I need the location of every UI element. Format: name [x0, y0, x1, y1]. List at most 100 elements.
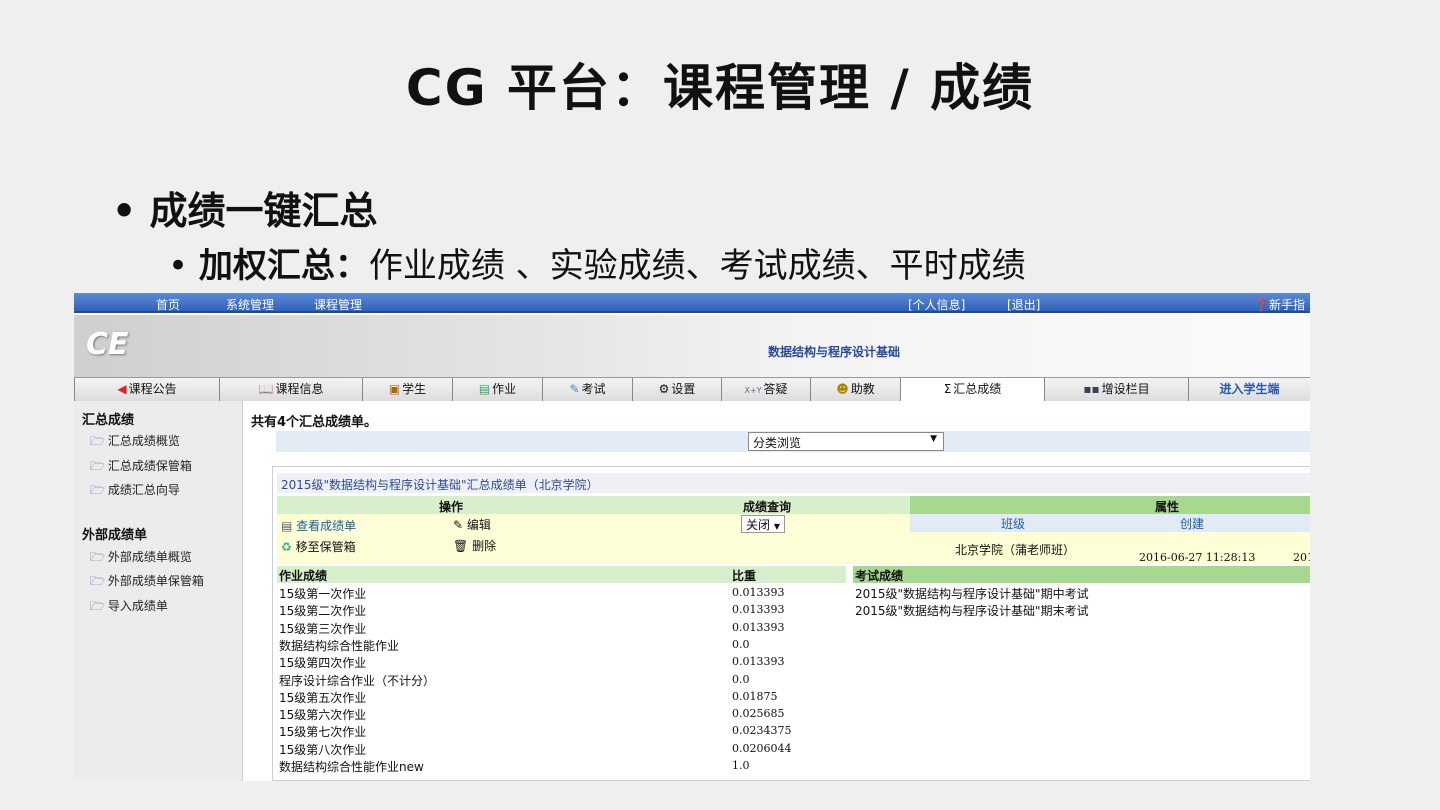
book-icon: 📖	[258, 382, 274, 396]
tab-settings[interactable]: ⚙ 设置	[632, 378, 721, 401]
sidebar-item-ext-overview[interactable]: 🗁 外部成绩单概览	[90, 548, 192, 569]
folder-icon: 🗁	[90, 434, 105, 448]
sidebar-item-overview[interactable]: 🗁 汇总成绩概览	[90, 432, 180, 453]
sidebar-item-wizard[interactable]: 🗁 成绩汇总向导	[90, 481, 180, 502]
course-tabs: ◀ 课程公告 📖 课程信息 ▣ 学生 ▤ 作业 ✎ 考试 ⚙ 设置 X+Y 答疑 ☻ 助教 Σ汇…	[74, 377, 1310, 401]
speaker-icon: ◀	[117, 382, 127, 396]
tab-ta[interactable]: ☻ 助教	[810, 378, 900, 401]
books-icon: ▤	[478, 382, 491, 396]
nav-profile[interactable]: [个人信息]	[908, 296, 965, 313]
homework-row-weight: 0.013393	[732, 655, 785, 669]
nav-home[interactable]: 首页	[156, 296, 180, 313]
edit-button[interactable]: ✎ 编辑	[453, 516, 491, 533]
folder-icon: 🗁	[90, 599, 105, 613]
tab-announcement[interactable]: ◀ 课程公告	[74, 378, 219, 401]
tab-exam[interactable]: ✎ 考试	[542, 378, 632, 401]
sidebar-item-ext-archive[interactable]: 🗁 外部成绩单保管箱	[90, 572, 204, 593]
homework-row-weight: 0.01875	[732, 689, 778, 703]
homework-row-name: 15级第八次作业	[279, 742, 367, 757]
homework-row-weight: 0.0234375	[732, 724, 792, 738]
label: 外部成绩单概览	[107, 550, 192, 564]
folder-icon: 🗁	[90, 483, 105, 497]
sidebar-section-summary: 汇总成绩	[82, 413, 135, 428]
label: 移至保管箱	[295, 540, 356, 554]
xy-icon: X+Y	[744, 386, 762, 395]
top-nav: 首页 系统管理 课程管理 [个人信息] [退出] ❓新手指南	[74, 293, 1310, 329]
tab-qa[interactable]: X+Y 答疑	[721, 378, 810, 401]
view-sheet-link[interactable]: ▤ 查看成绩单	[281, 517, 356, 534]
homework-row-name: 15级第二次作业	[279, 604, 367, 619]
sheet-title: 2015级"数据结构与程序设计基础"汇总成绩单（北京学院）	[277, 473, 1310, 493]
select-value: 分类浏览	[753, 436, 802, 450]
tab-label: 增设栏目	[1101, 382, 1150, 396]
nav-system[interactable]: 系统管理	[226, 296, 274, 313]
tab-student-view[interactable]: 进入学生端	[1188, 378, 1310, 401]
sidebar-item-archive[interactable]: 🗁 汇总成绩保管箱	[90, 457, 192, 478]
select-value: 关闭	[746, 518, 771, 532]
query-header: 成绩查询	[743, 500, 792, 514]
class-header: 班级	[1001, 517, 1026, 531]
label: 导入成绩单	[107, 599, 168, 613]
tab-label: 助教	[850, 382, 875, 396]
exam-row: 2015级"数据结构与程序设计基础"期末考试	[855, 604, 1089, 618]
students-icon: ▣	[388, 382, 401, 396]
tab-course-info[interactable]: 📖 课程信息	[219, 378, 362, 401]
tab-label: 学生	[402, 382, 427, 396]
homework-row-name: 数据结构综合性能作业	[279, 638, 400, 653]
homework-row-weight: 0.013393	[732, 586, 785, 599]
tab-label: 课程公告	[128, 382, 177, 396]
label: 外部成绩单保管箱	[107, 574, 204, 588]
homework-row-name: 15级第五次作业	[279, 690, 367, 705]
table-icon: ▤	[281, 519, 293, 533]
label: 编辑	[466, 518, 491, 532]
nav-course[interactable]: 课程管理	[314, 296, 362, 313]
folder-icon: 🗁	[90, 550, 105, 564]
homework-header: 作业成绩	[279, 569, 328, 583]
tab-add-column[interactable]: ▪▪ 增设栏目	[1044, 378, 1188, 401]
homework-row-weight: 1.0	[732, 759, 750, 772]
label: 删除	[472, 539, 497, 553]
bullet-2-bold: 加权汇总：	[198, 246, 369, 286]
tab-label: 答疑	[763, 382, 788, 396]
homework-row-weight: 0.0	[732, 672, 750, 686]
edit-icon: ✎	[453, 518, 464, 532]
homework-row-weight: 0.013393	[732, 620, 785, 634]
bullet-2: • 加权汇总：作业成绩 、实验成绩、考试成绩、平时成绩	[168, 246, 1026, 286]
gear-icon: ⚙	[658, 382, 670, 396]
label: 汇总成绩概览	[107, 434, 180, 448]
homework-row-weight: 0.025685	[732, 707, 785, 721]
homework-row-name: 15级第四次作业	[279, 656, 367, 671]
banner: CE 数据结构与程序设计基础	[74, 315, 1310, 377]
tab-label: 课程信息	[275, 382, 324, 396]
dropdown-arrow-icon: ▼	[930, 434, 937, 444]
trash-icon: 🗑	[453, 539, 469, 553]
nav-logout[interactable]: [退出]	[1007, 296, 1040, 313]
folder-icon: 🗁	[90, 459, 105, 473]
pen-icon: ✎	[569, 382, 580, 396]
query-select[interactable]: 关闭 ▼	[741, 515, 785, 533]
sidebar-item-import[interactable]: 🗁 导入成绩单	[90, 597, 168, 618]
help-icon: ❓	[1254, 298, 1269, 312]
tab-label: 考试	[581, 382, 606, 396]
course-name: 数据结构与程序设计基础	[768, 345, 901, 359]
tab-homework[interactable]: ▤ 作业	[452, 378, 542, 401]
attr-header: 属性	[1155, 500, 1180, 514]
bullet-1: • 成绩一键汇总	[112, 189, 378, 233]
bullet-2-text: 作业成绩 、实验成绩、考试成绩、平时成绩	[368, 246, 1026, 286]
person-icon: ☻	[836, 382, 849, 396]
tab-summary-grades[interactable]: Σ 汇总成绩	[900, 378, 1044, 401]
homework-row-name: 15级第三次作业	[279, 621, 367, 636]
category-select[interactable]: 分类浏览 ▼	[748, 432, 944, 451]
grid-icon: ▪▪	[1083, 382, 1100, 396]
move-to-archive-button[interactable]: ♻ 移至保管箱	[281, 538, 356, 555]
created-value: 2016-06-27 11:28:13	[1139, 551, 1256, 564]
tab-label: 设置	[671, 382, 696, 396]
homework-row-weight: 0.0206044	[732, 741, 792, 755]
dropdown-arrow-icon: ▼	[773, 522, 780, 531]
tab-students[interactable]: ▣ 学生	[362, 378, 452, 401]
tab-label: 汇总成绩	[953, 382, 1002, 396]
delete-button[interactable]: 🗑 删除	[453, 537, 496, 554]
cg-logo: CE	[86, 327, 129, 362]
sigma-icon: Σ	[943, 382, 952, 396]
homework-row-name: 数据结构综合性能作业new	[279, 760, 424, 774]
